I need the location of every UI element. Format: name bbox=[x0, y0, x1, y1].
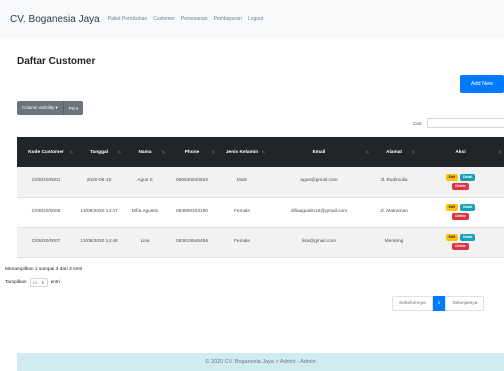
header-kode-customer[interactable]: Kode Customer ⇅ bbox=[17, 137, 75, 167]
cell-alamat: Menteng bbox=[384, 238, 404, 244]
length-suffix: entri bbox=[50, 280, 60, 285]
footer: © 2020 CV. Boganesia Jaya > Admin - Admi… bbox=[17, 353, 504, 371]
cell-kode: C/08/20/0005 bbox=[31, 208, 61, 214]
cell-nama: Difia Agustin bbox=[131, 208, 159, 214]
table-row: C/08/20/0007 13/08/2020 14:48 Lisa 08381… bbox=[17, 227, 504, 257]
sort-icon: ⇅ bbox=[211, 149, 215, 155]
header-jenis-kelamin[interactable]: Jenis Kelamin ⇅ bbox=[217, 137, 267, 167]
pagination-prev[interactable]: Sebelumnya bbox=[392, 296, 433, 311]
cell-phone: 083819546456 bbox=[175, 238, 208, 244]
delete-button[interactable]: Delete bbox=[452, 182, 469, 190]
header-tanggal[interactable]: Tanggal ⇅ bbox=[75, 137, 123, 167]
cell-kode: C/08/20/0001 bbox=[31, 178, 61, 184]
cell-tanggal: 13/08/2020 14:47 bbox=[80, 208, 118, 214]
edit-button[interactable]: Edit bbox=[445, 173, 459, 181]
navbar: CV. Boganesia Jaya Paket Pernikahan Cust… bbox=[0, 0, 504, 38]
cell-phone: 083806333190 bbox=[175, 208, 208, 214]
customer-table: Kode Customer ⇅ Tanggal ⇅ Nama ⇅ Phone ⇅ Jen… bbox=[17, 137, 504, 258]
entries-value: 10 bbox=[32, 280, 37, 285]
cell-tanggal: 13/08/2020 14:48 bbox=[80, 238, 118, 244]
pagination: Sebelumnya 1 Selanjutnya bbox=[392, 296, 485, 311]
table-header-row: Kode Customer ⇅ Tanggal ⇅ Nama ⇅ Phone ⇅ Jen… bbox=[17, 137, 504, 167]
cell-jenis-kelamin: Female bbox=[234, 238, 250, 244]
edit-button[interactable]: Edit bbox=[445, 204, 459, 211]
cell-tanggal: 2020-08-10 bbox=[86, 178, 112, 184]
column-visibility-button[interactable]: Column visibility ▾ bbox=[17, 101, 64, 115]
cell-nama: Agus S bbox=[137, 178, 153, 184]
search-input[interactable] bbox=[426, 118, 504, 128]
header-email[interactable]: Email ⇅ bbox=[267, 137, 371, 167]
table-row: C/08/20/0005 13/08/2020 14:47 Difia Agus… bbox=[17, 197, 504, 227]
sort-icon: ⇅ bbox=[161, 149, 165, 155]
cell-alamat: Jl. Budimulia bbox=[380, 178, 408, 184]
header-nama[interactable]: Nama ⇅ bbox=[123, 137, 167, 167]
cell-nama: Lisa bbox=[140, 238, 150, 244]
cell-aksi: Edit Detail Delete bbox=[417, 227, 504, 257]
cell-aksi: Edit Detail Delete bbox=[417, 197, 504, 227]
cell-aksi: Edit Detail Delete bbox=[417, 167, 504, 197]
cell-jenis-kelamin: Male bbox=[236, 178, 248, 184]
nav-pemesanan[interactable]: Pemesanan bbox=[181, 16, 208, 22]
sort-icon: ⇅ bbox=[365, 149, 369, 155]
brand-link[interactable]: CV. Boganesia Jaya bbox=[10, 14, 100, 25]
cell-phone: 086530840822 bbox=[175, 178, 208, 184]
entries-select[interactable]: 10 ⬍ bbox=[29, 278, 48, 287]
sort-icon: ⇅ bbox=[498, 149, 502, 155]
pagination-next[interactable]: Selanjutnya bbox=[445, 296, 485, 311]
header-alamat[interactable]: Alamat ⇅ bbox=[371, 137, 417, 167]
sort-icon: ⇅ bbox=[117, 149, 121, 155]
table-row: C/08/20/0001 2020-08-10 Agus S 086530840… bbox=[17, 167, 504, 197]
select-caret-icon: ⬍ bbox=[41, 281, 45, 285]
nav-pembayaran[interactable]: Pembayaran bbox=[214, 16, 242, 22]
sort-icon: ⇅ bbox=[411, 149, 415, 155]
detail-button[interactable]: Detail bbox=[460, 173, 476, 181]
cell-alamat: Jl. Matraman bbox=[380, 208, 408, 214]
header-aksi[interactable]: Aksi ⇅ bbox=[417, 137, 504, 167]
cell-email: lisa@gmail.com bbox=[302, 238, 336, 244]
datatable-buttons: Column visibility ▾ Print bbox=[17, 101, 84, 115]
sort-icon: ⇅ bbox=[261, 149, 265, 155]
length-prefix: Tampilkan bbox=[5, 280, 27, 285]
sort-icon: ⇅ bbox=[69, 149, 73, 155]
cell-jenis-kelamin: Female bbox=[234, 208, 250, 214]
nav-customer[interactable]: Customer bbox=[153, 16, 175, 22]
search-box: Cari: bbox=[413, 118, 504, 128]
search-label: Cari: bbox=[413, 120, 423, 126]
cell-email: agus@gmail.com bbox=[300, 178, 338, 184]
cell-kode: C/08/20/0007 bbox=[31, 238, 61, 244]
print-button[interactable]: Print bbox=[63, 101, 84, 115]
delete-button[interactable]: Delete bbox=[452, 213, 469, 220]
delete-button[interactable]: Delete bbox=[452, 243, 469, 250]
entries-length: Tampilkan 10 ⬍ entri bbox=[5, 278, 60, 287]
page-title: Daftar Customer bbox=[17, 56, 96, 67]
header-phone[interactable]: Phone ⇅ bbox=[167, 137, 217, 167]
nav-paket-pernikahan[interactable]: Paket Pernikahan bbox=[108, 16, 147, 22]
add-new-button[interactable]: Add New bbox=[460, 75, 504, 93]
pagination-page-1[interactable]: 1 bbox=[432, 296, 446, 311]
cell-email: difiaagustin18@gmail.com bbox=[290, 208, 348, 214]
table-info: Menampilkan 1 sampai 3 dari 3 entri bbox=[5, 267, 83, 272]
nav-logout[interactable]: Logout bbox=[248, 16, 263, 22]
detail-button[interactable]: Detail bbox=[460, 234, 476, 241]
detail-button[interactable]: Detail bbox=[460, 204, 476, 211]
edit-button[interactable]: Edit bbox=[445, 234, 459, 241]
